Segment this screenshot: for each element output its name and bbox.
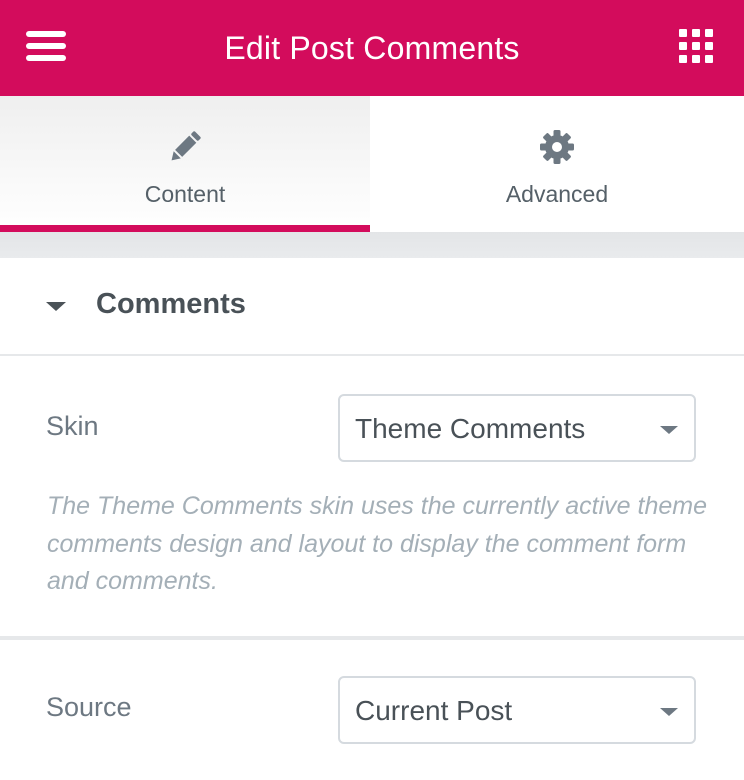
panel-header: Edit Post Comments [0, 0, 744, 96]
hamburger-bar [26, 55, 66, 61]
source-select[interactable]: Current Post [338, 676, 696, 744]
gear-icon [540, 130, 574, 164]
source-select-value: Current Post [355, 695, 513, 726]
pencil-icon [171, 131, 201, 161]
section-title: Comments [96, 288, 246, 320]
tab-content[interactable]: Content [0, 96, 370, 232]
chevron-down-icon [660, 426, 678, 434]
caret-down-icon [46, 302, 66, 311]
section-separator [0, 232, 744, 258]
hamburger-menu-icon[interactable] [26, 29, 66, 63]
skin-select-value: Theme Comments [355, 413, 586, 444]
control-divider [0, 636, 744, 640]
active-tab-indicator [0, 225, 370, 232]
section-comments-toggle[interactable]: Comments [0, 258, 744, 356]
tab-advanced[interactable]: Advanced [370, 96, 744, 232]
widgets-grid-icon[interactable] [679, 29, 713, 63]
hamburger-bar [26, 43, 66, 49]
panel-title: Edit Post Comments [224, 29, 520, 66]
panel-tabs: Content Advanced [0, 96, 744, 232]
hamburger-bar [26, 31, 66, 37]
skin-description: The Theme Comments skin uses the current… [47, 492, 707, 595]
skin-select[interactable]: Theme Comments [338, 394, 696, 462]
tab-content-label: Content [144, 181, 226, 207]
chevron-down-icon [660, 708, 678, 716]
source-label: Source [46, 692, 132, 722]
tab-advanced-label: Advanced [505, 181, 609, 207]
skin-label: Skin [46, 411, 99, 441]
